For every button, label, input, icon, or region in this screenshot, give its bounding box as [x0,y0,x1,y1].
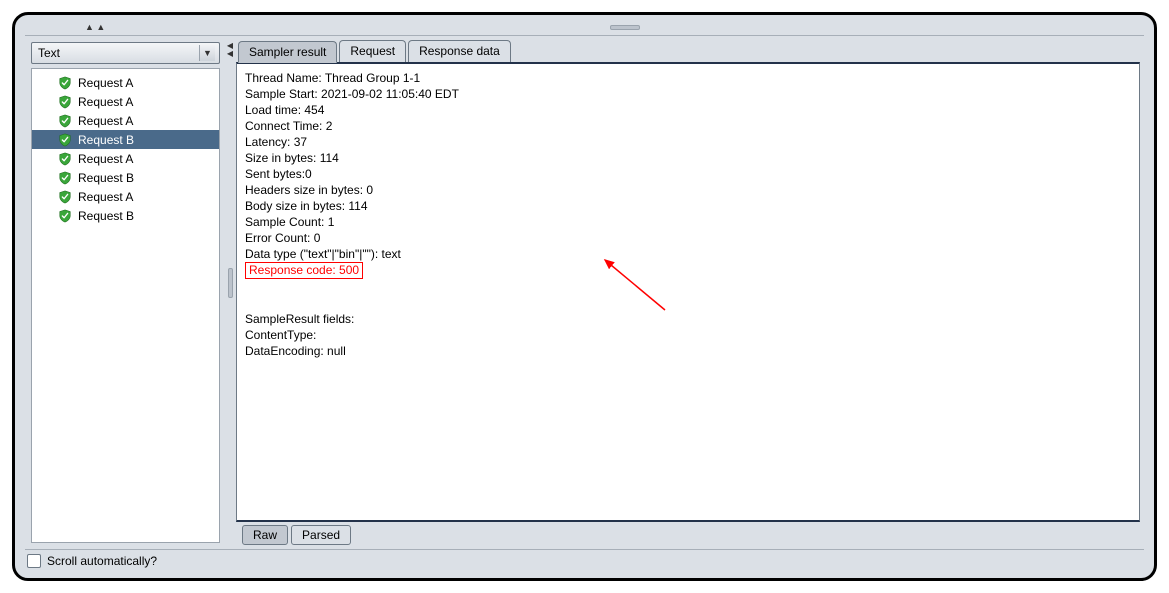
tree-item[interactable]: Request A [32,92,219,111]
format-tabs: RawParsed [236,522,1140,545]
chevron-down-icon: ▼ [199,45,215,61]
tab[interactable]: Request [339,40,406,62]
result-line: Sample Start: 2021-09-02 11:05:40 EDT [245,86,1131,102]
success-shield-icon [58,190,72,204]
result-line: Connect Time: 2 [245,118,1131,134]
success-shield-icon [58,95,72,109]
success-shield-icon [58,152,72,166]
result-line: Sent bytes:0 [245,166,1131,182]
splitter[interactable]: ◀ ◀ [226,36,234,549]
tree-item[interactable]: Request B [32,130,219,149]
tree-item[interactable]: Request A [32,73,219,92]
result-line: Load time: 454 [245,102,1131,118]
result-line: Latency: 37 [245,134,1131,150]
tree-item-label: Request A [78,152,133,166]
result-line: ContentType: [245,327,1131,343]
results-window: ▲ ▲ Text ▼ Request ARequest ARequest ARe… [12,12,1157,581]
left-panel: Text ▼ Request ARequest ARequest AReques… [25,36,226,549]
tree-item-label: Request B [78,133,134,147]
tab[interactable]: Response data [408,40,511,62]
main-split: Text ▼ Request ARequest ARequest AReques… [25,35,1144,550]
top-strip: ▲ ▲ [25,21,1144,33]
request-tree[interactable]: Request A Request A Request A Request B Requ… [31,68,220,543]
splitter-grip[interactable] [228,268,233,298]
right-panel: Sampler resultRequestResponse data Threa… [234,36,1144,549]
response-code-highlight: Response code: 500 [245,262,363,279]
tree-item-label: Request B [78,171,134,185]
tree-item-label: Request A [78,76,133,90]
result-line: Size in bytes: 114 [245,150,1131,166]
success-shield-icon [58,76,72,90]
tree-item-label: Request A [78,95,133,109]
result-line: Error Count: 0 [245,230,1131,246]
success-shield-icon [58,133,72,147]
tree-item[interactable]: Request B [32,168,219,187]
success-shield-icon [58,114,72,128]
scroll-auto-label: Scroll automatically? [47,554,157,568]
success-shield-icon [58,209,72,223]
result-line: Headers size in bytes: 0 [245,182,1131,198]
tree-item[interactable]: Request A [32,187,219,206]
sampler-result-content: Thread Name: Thread Group 1-1Sample Star… [236,62,1140,522]
result-line: Sample Count: 1 [245,214,1131,230]
tree-item[interactable]: Request A [32,149,219,168]
tree-item[interactable]: Request B [32,206,219,225]
tree-item-label: Request A [78,114,133,128]
detail-tabs: Sampler resultRequestResponse data [236,40,1140,62]
tree-item[interactable]: Request A [32,111,219,130]
tree-item-label: Request A [78,190,133,204]
result-line: Data type ("text"|"bin"|""): text [245,246,1131,262]
drag-handle[interactable] [610,25,640,30]
scroll-auto-checkbox[interactable] [27,554,41,568]
result-line: DataEncoding: null [245,343,1131,359]
collapse-up-icon[interactable]: ▲ ▲ [85,22,105,32]
dropdown-value: Text [38,46,60,60]
result-line: Thread Name: Thread Group 1-1 [245,70,1131,86]
tree-item-label: Request B [78,209,134,223]
result-line: SampleResult fields: [245,311,1131,327]
tab[interactable]: Sampler result [238,41,337,63]
result-line: Body size in bytes: 114 [245,198,1131,214]
footer: Scroll automatically? [25,550,1144,568]
collapse-left-icon[interactable]: ◀ [227,50,233,58]
result-line [245,279,1131,295]
result-line [245,295,1131,311]
result-text: Thread Name: Thread Group 1-1Sample Star… [245,70,1131,359]
format-tab[interactable]: Raw [242,525,288,545]
success-shield-icon [58,171,72,185]
view-mode-dropdown[interactable]: Text ▼ [31,42,220,64]
format-tab[interactable]: Parsed [291,525,351,545]
result-line-highlighted: Response code: 500 [245,262,1131,279]
